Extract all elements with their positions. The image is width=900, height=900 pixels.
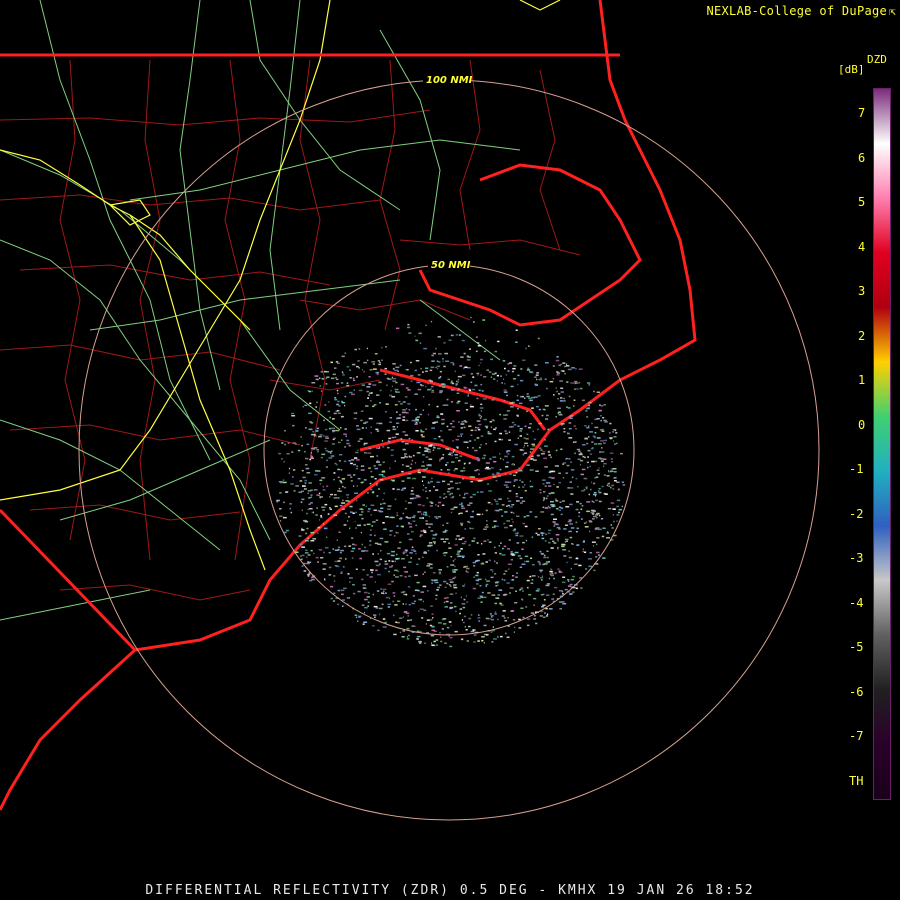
nexlab-credit: NEXLAB-College of DuPage ⇱ <box>706 4 896 18</box>
county-lines <box>0 59 581 601</box>
legend-tick: -4 <box>849 595 864 610</box>
radar-echoes <box>276 316 626 648</box>
legend-tick: 6 <box>858 150 866 165</box>
legend-tick: -5 <box>849 640 864 654</box>
legend-tick: 5 <box>858 195 866 209</box>
legend-product-code: DZD <box>867 53 887 66</box>
legend-tick: 0 <box>858 417 866 432</box>
legend-units: [dB] <box>838 63 865 76</box>
external-link-icon[interactable]: ⇱ <box>889 5 896 18</box>
radar-map: 50 NMI 100 NMI <box>0 0 820 821</box>
legend-tick: -1 <box>849 462 864 476</box>
color-scale-bar <box>873 88 891 800</box>
range-ring-label-100: 100 NMI <box>426 75 473 86</box>
legend-tick: -6 <box>849 684 864 699</box>
legend-tick: TH <box>849 773 864 788</box>
legend-tick: 2 <box>858 328 866 343</box>
product-caption: DIFFERENTIAL REFLECTIVITY (ZDR) 0.5 DEG … <box>145 883 755 898</box>
legend-tick: 1 <box>858 373 866 387</box>
legend-tick: 4 <box>858 239 866 254</box>
legend-tick: -2 <box>849 506 864 521</box>
legend-tick: 7 <box>858 106 866 120</box>
credit-text: NEXLAB-College of DuPage <box>706 4 888 18</box>
range-ring-label-50: 50 NMI <box>431 260 471 271</box>
legend-tick: 3 <box>858 284 866 298</box>
radar-display: 50 NMI 100 NMI NEXLAB-College of DuPage ⇱… <box>0 0 900 900</box>
legend-tick: -7 <box>849 729 864 743</box>
interstates <box>0 0 561 571</box>
legend-tick: -3 <box>849 551 864 565</box>
